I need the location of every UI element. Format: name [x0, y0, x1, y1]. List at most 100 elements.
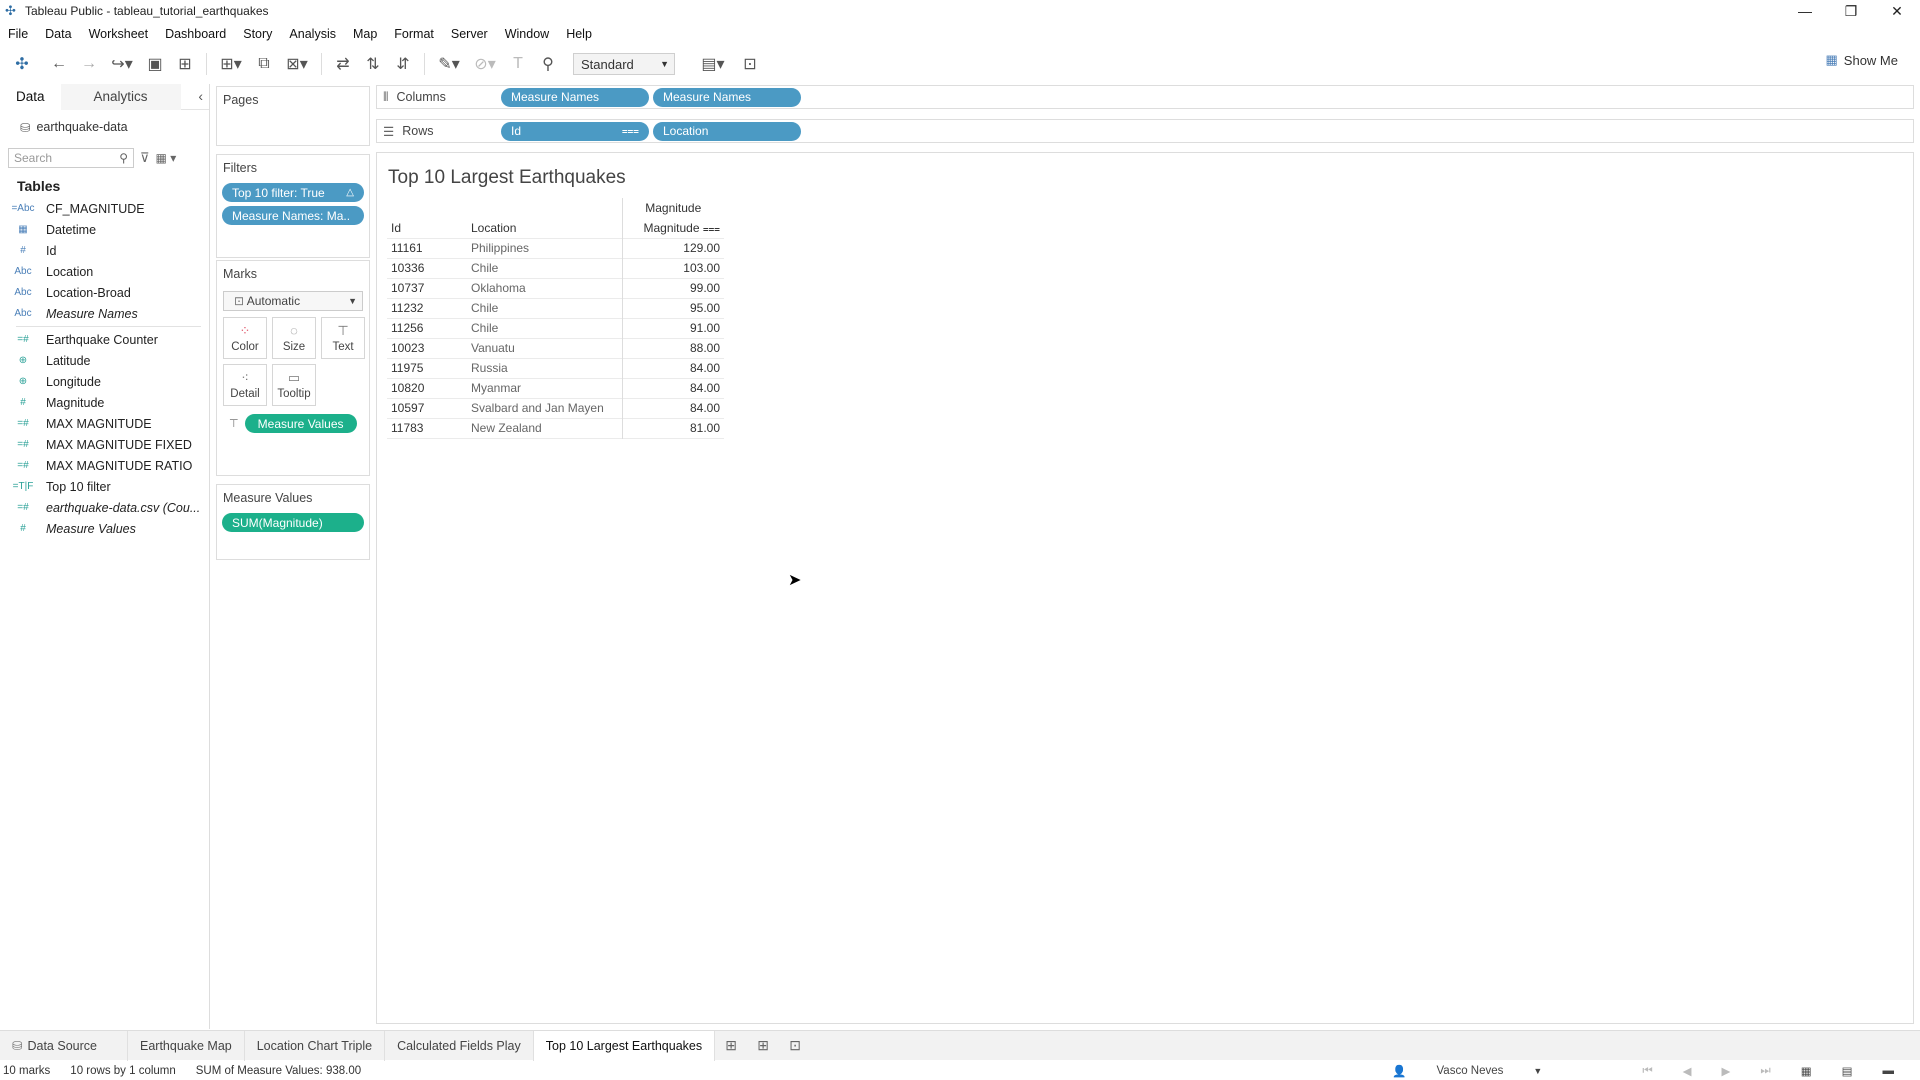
table-row[interactable]: 11256 Chile 91.00 — [387, 317, 724, 338]
group-members-icon[interactable]: ⊘▾ — [467, 51, 503, 77]
field-item[interactable]: ⊕ Longitude — [0, 371, 209, 392]
tabs-view-icon[interactable]: ▬ — [1883, 1065, 1895, 1077]
next-sheet-icon[interactable]: ▶ — [1722, 1064, 1731, 1078]
field-item[interactable]: =# MAX MAGNITUDE FIXED — [0, 434, 209, 455]
new-worksheet-icon[interactable]: ⊞▾ — [213, 51, 249, 77]
collapse-pane-icon[interactable]: ‹ — [198, 88, 203, 104]
replay-icon[interactable]: ↪▾ — [104, 51, 140, 77]
field-item[interactable]: # Id — [0, 240, 209, 261]
sheet-sorter-icon[interactable]: ▦ — [1801, 1064, 1812, 1078]
field-item[interactable]: Abc Location — [0, 261, 209, 282]
new-data-source-icon[interactable]: ⊞ — [170, 51, 200, 77]
restore-icon[interactable]: ❐ — [1828, 0, 1874, 22]
minimize-icon[interactable]: — — [1782, 0, 1828, 22]
undo-icon[interactable]: ← — [44, 51, 74, 77]
filter-fields-icon[interactable]: ⊽ — [140, 150, 150, 166]
menu-help[interactable]: Help — [558, 27, 601, 41]
table-row[interactable]: 11232 Chile 95.00 — [387, 297, 724, 318]
fix-axes-icon[interactable]: ⚲ — [533, 51, 563, 77]
swap-rows-columns-icon[interactable]: ⇄ — [328, 51, 358, 77]
close-icon[interactable]: ✕ — [1874, 0, 1920, 22]
show-mark-labels-icon[interactable]: T — [503, 51, 533, 77]
mark-type-select[interactable]: ⊡ Automatic ▼ — [223, 291, 363, 311]
field-item[interactable]: # Magnitude — [0, 392, 209, 413]
tab-calculated-fields-play[interactable]: Calculated Fields Play — [385, 1030, 534, 1061]
new-worksheet-icon[interactable]: ⊞ — [715, 1037, 747, 1054]
prev-sheet-icon[interactable]: ◀ — [1683, 1064, 1692, 1078]
field-item[interactable]: =T|F Top 10 filter — [0, 476, 209, 497]
search-input[interactable]: Search ⚲ — [8, 148, 134, 168]
table-row[interactable]: 10023 Vanuatu 88.00 — [387, 337, 724, 358]
table-row[interactable]: 11975 Russia 84.00 — [387, 357, 724, 378]
table-row[interactable]: 11783 New Zealand 81.00 — [387, 417, 724, 438]
chevron-down-icon[interactable]: ▼ — [1533, 1066, 1542, 1076]
duplicate-sheet-icon[interactable]: ⧉ — [249, 51, 279, 77]
sum-magnitude-pill[interactable]: SUM(Magnitude) — [222, 513, 364, 532]
table-row[interactable]: 11161 Philippines 129.00 — [387, 237, 724, 258]
menu-map[interactable]: Map — [345, 27, 386, 41]
menu-dashboard[interactable]: Dashboard — [157, 27, 235, 41]
save-icon[interactable]: ▣ — [140, 51, 170, 77]
header-location[interactable]: Location — [467, 218, 623, 238]
first-sheet-icon[interactable]: ⏮ — [1642, 1065, 1652, 1078]
user-name[interactable]: Vasco Neves — [1436, 1065, 1503, 1077]
rows-pill-location[interactable]: Location — [653, 121, 801, 141]
menu-format[interactable]: Format — [386, 27, 443, 41]
tableau-home-icon[interactable]: ✣ — [0, 51, 44, 77]
columns-pill-measure-names[interactable]: Measure Names — [653, 87, 801, 107]
header-group-label[interactable]: Magnitude — [622, 198, 724, 218]
menu-data[interactable]: Data — [37, 27, 80, 41]
field-item[interactable]: =# earthquake-data.csv (Cou... — [0, 497, 209, 518]
data-source-item[interactable]: ⛁ earthquake-data — [0, 116, 209, 138]
last-sheet-icon[interactable]: ⏭ — [1760, 1065, 1770, 1078]
fit-select[interactable]: Standard ▼ — [573, 53, 675, 75]
menu-story[interactable]: Story — [235, 27, 281, 41]
table-row[interactable]: 10597 Svalbard and Jan Mayen 84.00 — [387, 397, 724, 418]
sort-icon[interactable]: ⩶ — [703, 224, 720, 235]
viz-title[interactable]: Top 10 Largest Earthquakes — [388, 167, 626, 189]
presentation-mode-icon[interactable]: ⊡ — [735, 51, 765, 77]
tab-data-source[interactable]: ⛁ Data Source — [0, 1030, 128, 1061]
field-item[interactable]: =# MAX MAGNITUDE RATIO — [0, 455, 209, 476]
table-row[interactable]: 10737 Oklahoma 99.00 — [387, 277, 724, 298]
field-item[interactable]: Abc Location-Broad — [0, 282, 209, 303]
menu-window[interactable]: Window — [497, 27, 558, 41]
filter-pill-measure-names[interactable]: Measure Names: Ma.. — [222, 206, 364, 225]
sort-descending-icon[interactable]: ⇵ — [388, 51, 418, 77]
highlight-icon[interactable]: ✎▾ — [431, 51, 467, 77]
new-story-icon[interactable]: ⊡ — [779, 1037, 811, 1054]
field-item[interactable]: =# MAX MAGNITUDE — [0, 413, 209, 434]
view-options-icon[interactable]: ▦ ▾ — [156, 151, 177, 165]
redo-icon[interactable]: → — [74, 51, 104, 77]
menu-analysis[interactable]: Analysis — [281, 27, 345, 41]
rows-pill-id[interactable]: Id ⩶ — [501, 121, 649, 141]
measure-values-pill[interactable]: Measure Values — [244, 414, 357, 433]
field-item[interactable]: Abc Measure Names — [0, 303, 209, 324]
tab-analytics[interactable]: Analytics — [60, 83, 181, 110]
tooltip-button[interactable]: ▭ Tooltip — [272, 364, 316, 406]
show-cards-icon[interactable]: ▤▾ — [691, 51, 735, 77]
table-row[interactable]: 10820 Myanmar 84.00 — [387, 377, 724, 398]
table-row[interactable]: 10336 Chile 103.00 — [387, 257, 724, 278]
menu-server[interactable]: Server — [443, 27, 497, 41]
tab-data[interactable]: Data — [0, 83, 61, 110]
filmstrip-icon[interactable]: ▤ — [1842, 1064, 1853, 1078]
new-dashboard-icon[interactable]: ⊞ — [747, 1037, 779, 1054]
tab-location-chart-triple[interactable]: Location Chart Triple — [245, 1030, 386, 1061]
menu-file[interactable]: File — [0, 27, 37, 41]
show-me-button[interactable]: ▦ Show Me — [1826, 52, 1899, 68]
field-item[interactable]: =Abc CF_MAGNITUDE — [0, 198, 209, 219]
tab-top10-largest-earthquakes[interactable]: Top 10 Largest Earthquakes — [533, 1030, 716, 1061]
field-item[interactable]: =# Earthquake Counter — [0, 329, 209, 350]
field-item[interactable]: # Measure Values — [0, 518, 209, 539]
tab-earthquake-map[interactable]: Earthquake Map — [128, 1030, 245, 1061]
field-item[interactable]: ⊕ Latitude — [0, 350, 209, 371]
header-magnitude[interactable]: Magnitude ⩶ — [622, 218, 724, 238]
clear-sheet-icon[interactable]: ⊠▾ — [279, 51, 315, 77]
columns-pill-measure-names[interactable]: Measure Names — [501, 87, 649, 107]
sort-ascending-icon[interactable]: ⇅ — [358, 51, 388, 77]
color-button[interactable]: ⁘ Color — [223, 317, 267, 359]
field-item[interactable]: ▦ Datetime — [0, 219, 209, 240]
detail-button[interactable]: ⁖ Detail — [223, 364, 267, 406]
text-button[interactable]: ⊤ Text — [321, 317, 365, 359]
